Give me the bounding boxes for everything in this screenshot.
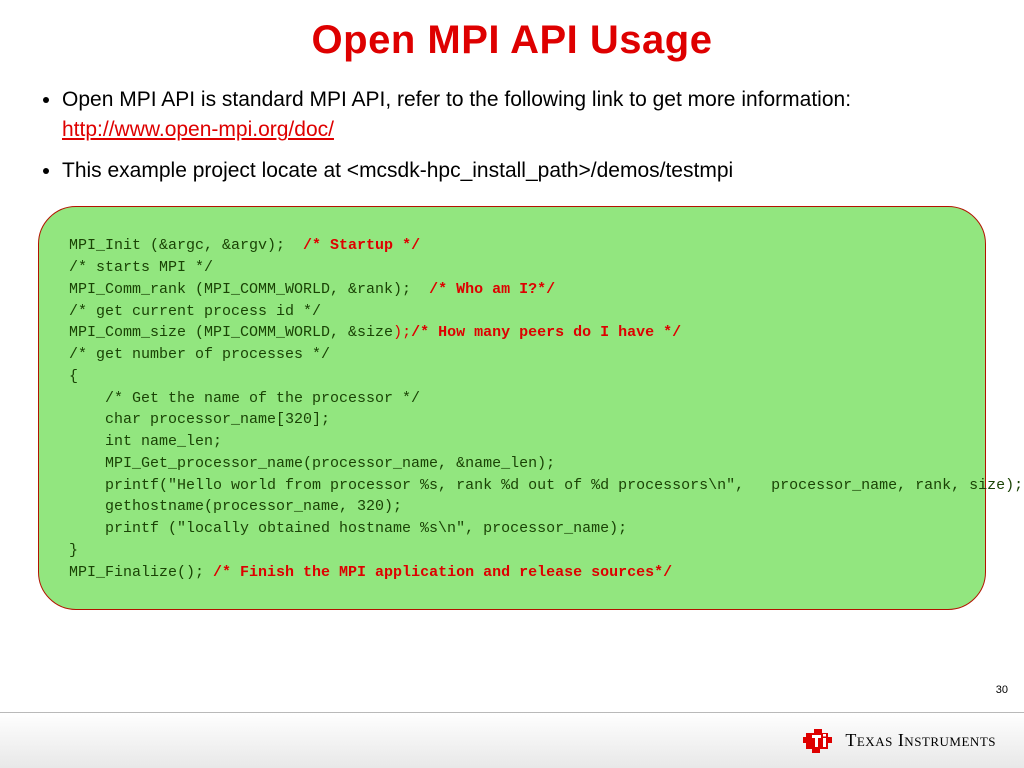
code-line: char processor_name[320]; xyxy=(69,411,330,428)
code-line: /* get current process id */ xyxy=(69,303,321,320)
footer-bar: Texas Instruments xyxy=(0,712,1024,768)
page-number: 30 xyxy=(996,684,1008,696)
ti-chip-icon xyxy=(803,727,837,755)
code-comment: /* Who am I?*/ xyxy=(429,281,555,298)
code-line: MPI_Finalize(); xyxy=(69,564,213,581)
slide: Open MPI API Usage Open MPI API is stand… xyxy=(0,0,1024,768)
code-line: ); xyxy=(393,324,411,341)
ti-brand-text: Texas Instruments xyxy=(845,730,996,751)
code-line: MPI_Comm_rank (MPI_COMM_WORLD, &rank); xyxy=(69,281,429,298)
code-line: /* get number of processes */ xyxy=(69,346,330,363)
code-line: int name_len; xyxy=(69,433,222,450)
code-line: MPI_Comm_size (MPI_COMM_WORLD, &size xyxy=(69,324,393,341)
code-line: printf("Hello world from processor %s, r… xyxy=(69,477,1023,494)
code-comment: /* Startup */ xyxy=(303,237,420,254)
code-block: MPI_Init (&argc, &argv); /* Startup */ /… xyxy=(38,206,986,610)
code-line: MPI_Init (&argc, &argv); xyxy=(69,237,303,254)
doc-link[interactable]: http://www.open-mpi.org/doc/ xyxy=(62,118,334,141)
code-comment: /* How many peers do I have */ xyxy=(411,324,681,341)
code-comment: /* Finish the MPI application and releas… xyxy=(213,564,672,581)
code-line: /* Get the name of the processor */ xyxy=(69,390,420,407)
code-line: { xyxy=(69,368,78,385)
code-line: MPI_Get_processor_name(processor_name, &… xyxy=(69,455,555,472)
code-line: } xyxy=(69,542,78,559)
slide-title: Open MPI API Usage xyxy=(38,18,986,63)
bullet-1-text: Open MPI API is standard MPI API, refer … xyxy=(62,88,851,111)
code-line: printf ("locally obtained hostname %s\n"… xyxy=(69,520,627,537)
ti-logo: Texas Instruments xyxy=(803,727,996,755)
bullet-2: This example project locate at <mcsdk-hp… xyxy=(62,156,986,186)
code-line: gethostname(processor_name, 320); xyxy=(69,498,402,515)
bullet-1: Open MPI API is standard MPI API, refer … xyxy=(62,85,986,146)
code-line: /* starts MPI */ xyxy=(69,259,213,276)
bullet-list: Open MPI API is standard MPI API, refer … xyxy=(38,85,986,186)
